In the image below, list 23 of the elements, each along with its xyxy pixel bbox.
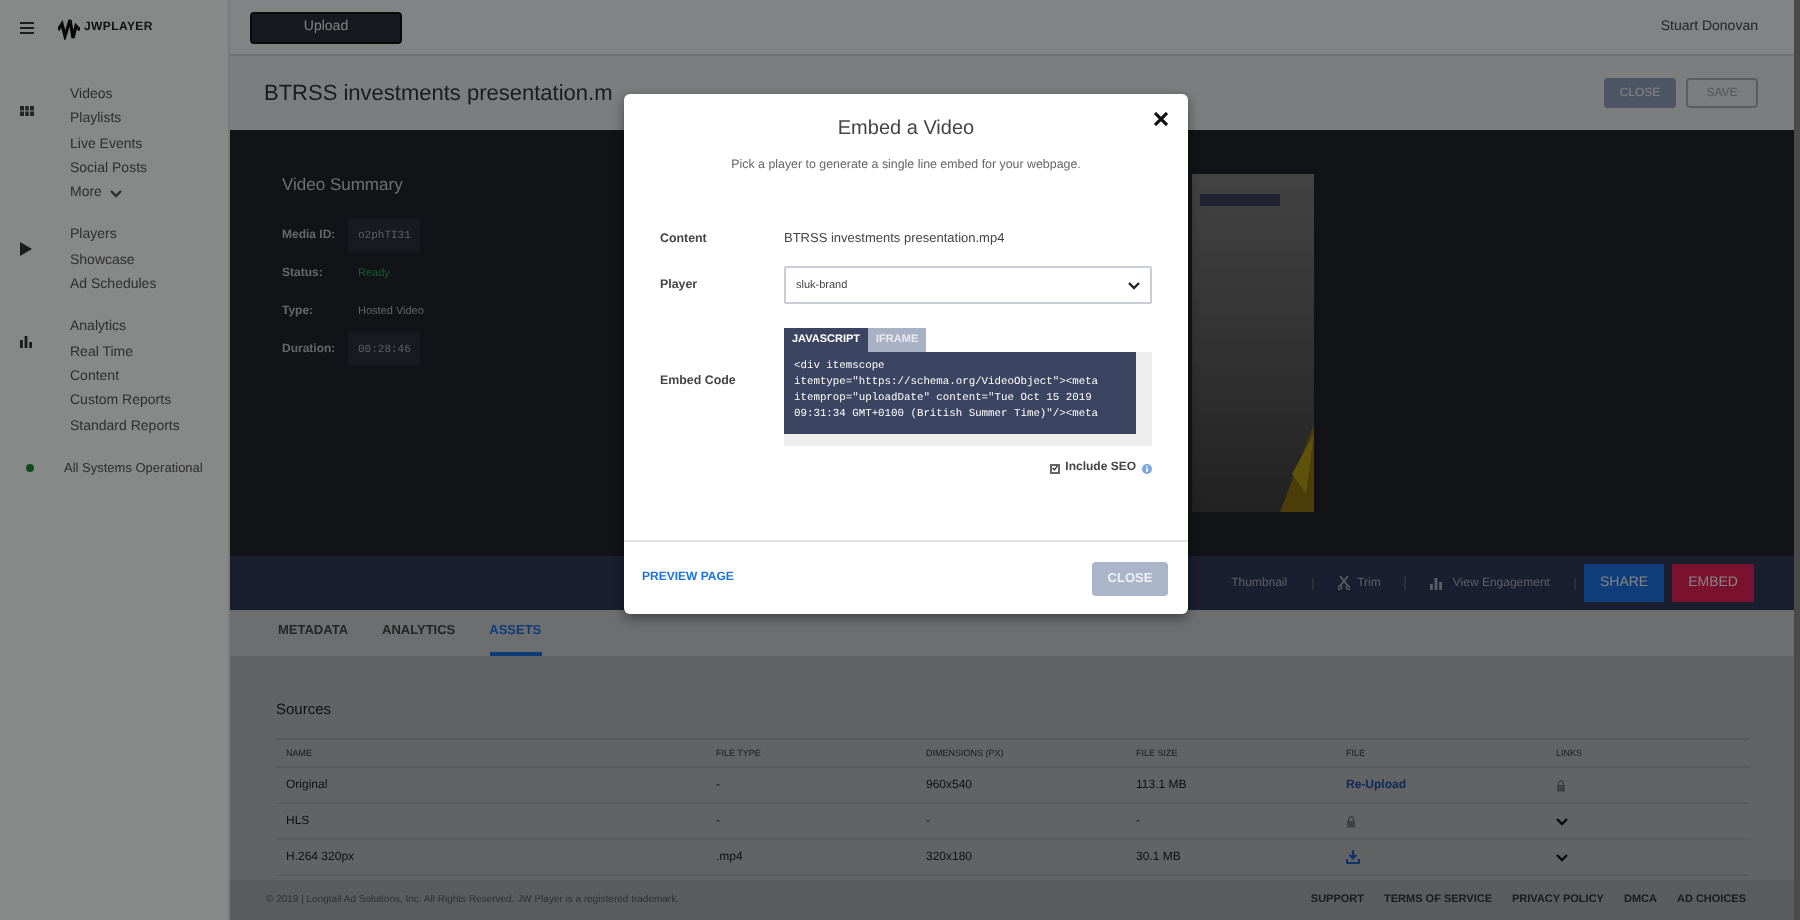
lock-icon — [1346, 815, 1356, 827]
video-title: BTRSS investments presentation.m — [264, 81, 613, 105]
download-icon[interactable] — [1346, 850, 1360, 864]
logo-icon — [58, 17, 80, 39]
chevron-down-icon — [1128, 281, 1140, 289]
play-icon — [20, 242, 32, 257]
info-icon[interactable] — [1142, 463, 1152, 473]
bar-chart-icon — [20, 336, 34, 349]
scissors-icon — [1337, 576, 1350, 590]
summary-title: Video Summary — [282, 174, 405, 194]
chevron-down-icon — [109, 190, 122, 199]
menu-icon[interactable] — [20, 22, 34, 34]
close-icon[interactable] — [1154, 112, 1168, 126]
lock-icon — [1556, 779, 1566, 791]
horizontal-scrollbar[interactable] — [784, 434, 1152, 446]
grid-icon — [20, 106, 34, 116]
status-dot — [26, 464, 34, 473]
chevron-down-icon[interactable] — [1556, 817, 1568, 825]
chevron-down-icon[interactable] — [1556, 853, 1568, 861]
vertical-scrollbar[interactable] — [1136, 352, 1152, 434]
dialog-title: Embed a Video — [837, 118, 975, 140]
seo-checkbox[interactable] — [1049, 463, 1060, 473]
bar-chart-icon — [1430, 577, 1445, 589]
